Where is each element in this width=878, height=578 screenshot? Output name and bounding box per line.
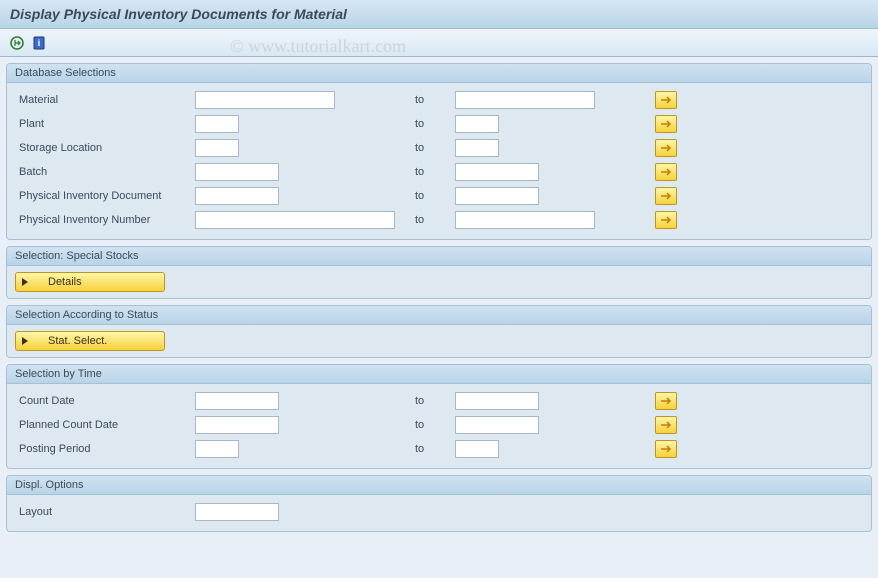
multiselect-button-planned[interactable]: [655, 416, 677, 434]
label-material: Material: [15, 94, 195, 106]
group-special-stocks: Selection: Special Stocks Details: [6, 246, 872, 299]
label-layout: Layout: [15, 506, 195, 518]
label-batch: Batch: [15, 166, 195, 178]
input-storage-from[interactable]: [195, 139, 239, 157]
to-label: to: [415, 190, 455, 202]
group-header: Selection by Time: [7, 365, 871, 384]
group-time: Selection by Time Count Date to Planned …: [6, 364, 872, 469]
input-planned-from[interactable]: [195, 416, 279, 434]
label-pidoc: Physical Inventory Document: [15, 190, 195, 202]
input-posting-to[interactable]: [455, 440, 499, 458]
input-posting-from[interactable]: [195, 440, 239, 458]
group-display-options: Displ. Options Layout: [6, 475, 872, 532]
execute-icon[interactable]: [8, 34, 26, 52]
input-pinum-to[interactable]: [455, 211, 595, 229]
group-header: Selection: Special Stocks: [7, 247, 871, 266]
input-batch-to[interactable]: [455, 163, 539, 181]
label-posting: Posting Period: [15, 443, 195, 455]
label-countdate: Count Date: [15, 395, 195, 407]
multiselect-button-material[interactable]: [655, 91, 677, 109]
toolbar: i: [0, 29, 878, 57]
info-icon[interactable]: i: [30, 34, 48, 52]
group-database-selections: Database Selections Material to Plant to…: [6, 63, 872, 240]
window-title-bar: Display Physical Inventory Documents for…: [0, 0, 878, 29]
multiselect-button-pidoc[interactable]: [655, 187, 677, 205]
to-label: to: [415, 419, 455, 431]
input-countdate-from[interactable]: [195, 392, 279, 410]
label-plant: Plant: [15, 118, 195, 130]
multiselect-button-posting[interactable]: [655, 440, 677, 458]
page-title: Display Physical Inventory Documents for…: [10, 6, 347, 22]
input-pidoc-to[interactable]: [455, 187, 539, 205]
expand-icon: [22, 337, 28, 345]
input-storage-to[interactable]: [455, 139, 499, 157]
input-material-from[interactable]: [195, 91, 335, 109]
to-label: to: [415, 166, 455, 178]
group-header: Selection According to Status: [7, 306, 871, 325]
multiselect-button-batch[interactable]: [655, 163, 677, 181]
input-pidoc-from[interactable]: [195, 187, 279, 205]
group-header: Database Selections: [7, 64, 871, 83]
details-button[interactable]: Details: [15, 272, 165, 292]
input-pinum-from[interactable]: [195, 211, 395, 229]
input-planned-to[interactable]: [455, 416, 539, 434]
multiselect-button-pinum[interactable]: [655, 211, 677, 229]
multiselect-button-plant[interactable]: [655, 115, 677, 133]
expand-icon: [22, 278, 28, 286]
group-header: Displ. Options: [7, 476, 871, 495]
to-label: to: [415, 142, 455, 154]
stat-select-button-label: Stat. Select.: [48, 335, 107, 347]
to-label: to: [415, 395, 455, 407]
input-countdate-to[interactable]: [455, 392, 539, 410]
svg-text:i: i: [38, 38, 41, 48]
input-plant-to[interactable]: [455, 115, 499, 133]
stat-select-button[interactable]: Stat. Select.: [15, 331, 165, 351]
multiselect-button-countdate[interactable]: [655, 392, 677, 410]
to-label: to: [415, 443, 455, 455]
label-pinum: Physical Inventory Number: [15, 214, 195, 226]
label-planned: Planned Count Date: [15, 419, 195, 431]
label-storage: Storage Location: [15, 142, 195, 154]
input-batch-from[interactable]: [195, 163, 279, 181]
to-label: to: [415, 94, 455, 106]
main-area: Database Selections Material to Plant to…: [0, 57, 878, 578]
details-button-label: Details: [48, 276, 82, 288]
multiselect-button-storage[interactable]: [655, 139, 677, 157]
group-status: Selection According to Status Stat. Sele…: [6, 305, 872, 358]
to-label: to: [415, 214, 455, 226]
to-label: to: [415, 118, 455, 130]
input-plant-from[interactable]: [195, 115, 239, 133]
input-layout[interactable]: [195, 503, 279, 521]
input-material-to[interactable]: [455, 91, 595, 109]
